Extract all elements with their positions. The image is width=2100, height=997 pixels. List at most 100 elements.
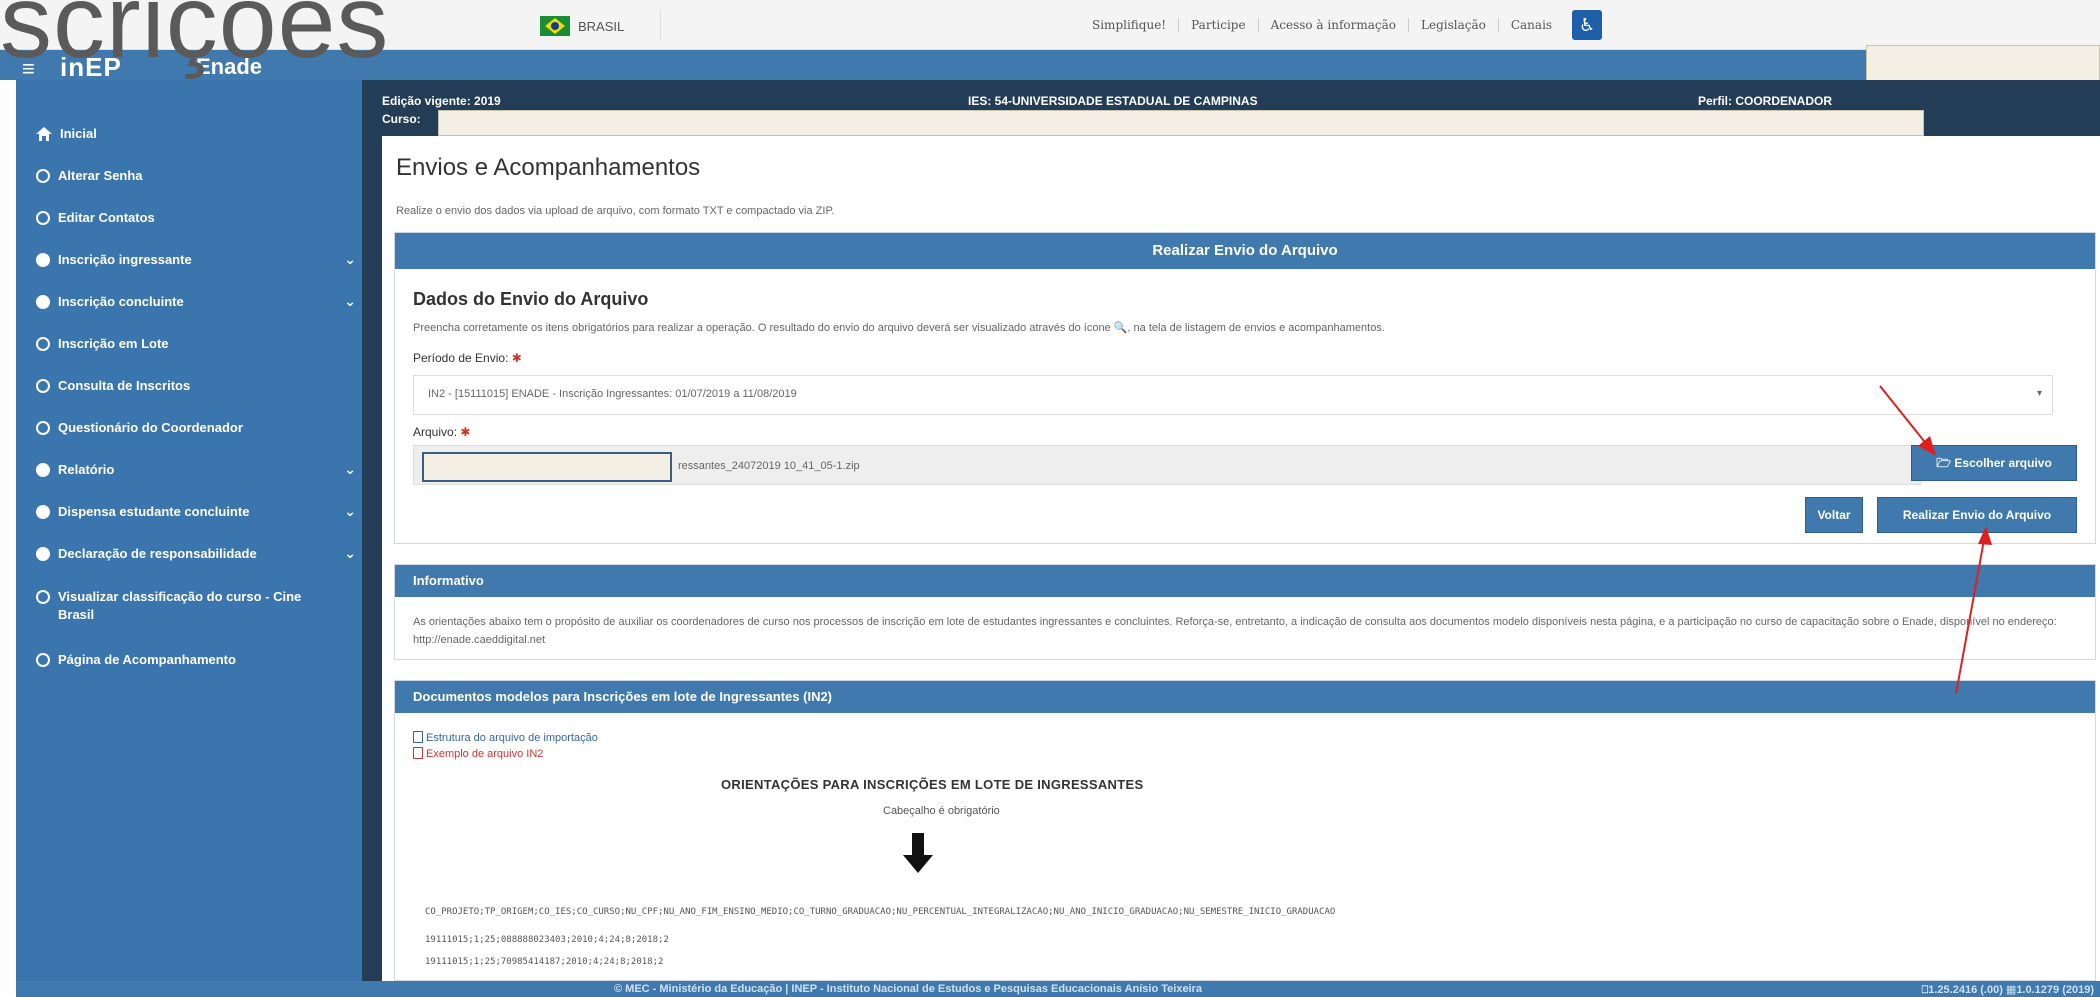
accessibility-icon[interactable]: ♿	[1572, 10, 1603, 40]
circle-icon	[36, 462, 50, 477]
sidebar-item-dispensa[interactable]: Dispensa estudante concluinte ⌄	[36, 503, 356, 519]
circle-icon	[36, 336, 50, 351]
arquivo-label-text: Arquivo:	[413, 425, 458, 439]
gov-brasil-link[interactable]: BRASIL	[540, 16, 624, 36]
sidebar: Inicial Alterar Senha Editar Contatos In…	[16, 80, 362, 997]
left-margin	[0, 80, 16, 997]
back-button[interactable]: Voltar	[1805, 497, 1863, 533]
sidebar-item-label: Alterar Senha	[58, 168, 143, 183]
gov-link-canais[interactable]: Canais	[1499, 18, 1564, 32]
sidebar-item-label: Inscrição em Lote	[58, 336, 169, 351]
edicao-label: Edição vigente: 2019	[382, 94, 501, 108]
code-line: 19111015;1;25;088888023403;2010;4;24;8;2…	[425, 935, 669, 945]
page-subtitle: Realize o envio dos dados via upload de …	[396, 205, 835, 217]
gov-link-acesso[interactable]: Acesso à informação	[1259, 18, 1409, 32]
document-icon	[413, 731, 423, 743]
estrutura-link[interactable]: Estrutura do arquivo de importação	[413, 731, 598, 744]
choose-file-button[interactable]: 🗁 Escolher arquivo	[1911, 445, 2077, 481]
sidebar-item-label: Inscrição ingressante	[58, 252, 192, 267]
page-title: Envios e Acompanhamentos	[396, 154, 701, 181]
periodo-select[interactable]: IN2 - [15111015] ENADE - Inscrição Ingre…	[413, 375, 2053, 415]
arquivo-label: Arquivo: ✱	[413, 425, 470, 439]
circle-icon	[36, 294, 50, 309]
top-search-box[interactable]	[1866, 45, 2100, 81]
docs-panel-header: Documentos modelos para Inscrições em lo…	[395, 681, 2095, 713]
sidebar-item-label: Dispensa estudante concluinte	[58, 504, 250, 519]
document-icon	[413, 747, 423, 759]
chevron-down-icon: ▾	[2036, 388, 2042, 399]
circle-icon	[36, 378, 50, 393]
orient-title: ORIENTAÇÕES PARA INSCRIÇÕES EM LOTE DE I…	[721, 777, 1144, 792]
curso-label: Curso:	[382, 112, 421, 126]
sidebar-item-consulta-inscritos[interactable]: Consulta de Inscritos	[36, 378, 356, 393]
chevron-down-icon: ⌄	[344, 545, 356, 561]
sidebar-item-label: Página de Acompanhamento	[58, 652, 236, 667]
sidebar-item-inicial[interactable]: Inicial	[36, 126, 356, 141]
code-line: 19111015;1;25;70985414187;2010;4;24;8;20…	[425, 957, 664, 967]
circle-icon	[36, 504, 50, 519]
version-info: ⎕1.25.2416 (.00) ▦1.0.1279 (2019)	[1921, 984, 2094, 996]
exemplo-link[interactable]: Exemplo de arquivo IN2	[413, 747, 543, 760]
gov-links: Simplifique! Participe Acesso à informaç…	[1080, 10, 1603, 40]
sidebar-item-questionario[interactable]: Questionário do Coordenador	[36, 420, 356, 435]
circle-icon	[36, 546, 50, 561]
chevron-down-icon: ⌄	[344, 293, 356, 309]
sidebar-item-classificacao[interactable]: Visualizar classificação do curso - Cine…	[36, 588, 336, 624]
down-arrow-icon	[903, 833, 933, 873]
periodo-value: IN2 - [15111015] ENADE - Inscrição Ingre…	[428, 388, 797, 400]
circle-icon	[36, 652, 50, 667]
sidebar-item-acompanhamento[interactable]: Página de Acompanhamento	[36, 652, 356, 667]
submit-file-button[interactable]: Realizar Envio do Arquivo	[1877, 497, 2077, 533]
footer-text: © MEC - Ministério da Educação | INEP - …	[614, 983, 1203, 995]
gov-link-legislacao[interactable]: Legislação	[1409, 18, 1499, 32]
sidebar-item-label: Questionário do Coordenador	[58, 420, 243, 435]
required-mark: ✱	[460, 425, 471, 439]
circle-icon	[36, 210, 50, 225]
gov-link-participe[interactable]: Participe	[1179, 18, 1259, 32]
info-panel: Informativo As orientações abaixo tem o …	[394, 564, 2096, 660]
chevron-down-icon: ⌄	[344, 503, 356, 519]
info-panel-header: Informativo	[395, 565, 2095, 597]
arquivo-input[interactable]: ressantes_24072019 10_41_05-1.zip	[413, 445, 1921, 485]
context-bar: Edição vigente: 2019 Curso: IES: 54-UNIV…	[382, 80, 2100, 136]
exemplo-link-label: Exemplo de arquivo IN2	[426, 748, 544, 760]
envio-description: Preencha corretamente os itens obrigatór…	[413, 322, 1385, 334]
estrutura-link-label: Estrutura do arquivo de importação	[426, 732, 598, 744]
sidebar-item-inscricao-concluinte[interactable]: Inscrição concluinte ⌄	[36, 293, 356, 309]
envio-panel: Realizar Envio do Arquivo Dados do Envio…	[394, 232, 2096, 544]
sidebar-item-label: Consulta de Inscritos	[58, 378, 191, 393]
arquivo-filename: ressantes_24072019 10_41_05-1.zip	[678, 460, 860, 472]
brazil-flag-icon	[540, 16, 570, 36]
redacted-box	[422, 452, 672, 482]
info-text: As orientações abaixo tem o propósito de…	[413, 616, 2057, 646]
code-header-line: CO_PROJETO;TP_ORIGEM;CO_IES;CO_CURSO;NU_…	[425, 907, 1336, 917]
sidebar-edge	[362, 80, 382, 997]
gov-brasil-label: BRASIL	[578, 18, 625, 34]
sidebar-item-label: Relatório	[58, 462, 115, 477]
circle-icon	[36, 590, 50, 604]
sidebar-item-label: Declaração de responsabilidade	[58, 546, 257, 561]
circle-icon	[36, 420, 50, 435]
overlay-title-fragment: scrições	[0, 0, 390, 80]
orient-subtitle: Cabeçalho é obrigatório	[883, 805, 1000, 817]
envio-panel-header: Realizar Envio do Arquivo	[395, 233, 2095, 269]
periodo-label: Período de Envio: ✱	[413, 351, 522, 365]
periodo-label-text: Período de Envio:	[413, 351, 509, 365]
footer: © MEC - Ministério da Educação | INEP - …	[16, 981, 2100, 997]
sidebar-item-relatorio[interactable]: Relatório ⌄	[36, 461, 356, 477]
ies-label: IES: 54-UNIVERSIDADE ESTADUAL DE CAMPINA…	[968, 94, 1258, 108]
circle-icon	[36, 252, 50, 267]
sidebar-item-label: Visualizar classificação do curso - Cine…	[58, 589, 302, 622]
sidebar-item-label: Editar Contatos	[58, 210, 155, 225]
sidebar-item-declaracao[interactable]: Declaração de responsabilidade ⌄	[36, 545, 356, 561]
sidebar-item-editar-contatos[interactable]: Editar Contatos	[36, 210, 356, 225]
perfil-label: Perfil: COORDENADOR	[1698, 94, 1833, 108]
chevron-down-icon: ⌄	[344, 461, 356, 477]
sidebar-item-inscricao-ingressante[interactable]: Inscrição ingressante ⌄	[36, 251, 356, 267]
sidebar-item-inscricao-lote[interactable]: Inscrição em Lote	[36, 336, 356, 351]
sidebar-item-alterar-senha[interactable]: Alterar Senha	[36, 168, 356, 183]
gov-divider	[660, 10, 661, 40]
curso-field[interactable]	[438, 110, 1924, 136]
docs-panel: Documentos modelos para Inscrições em lo…	[394, 680, 2096, 981]
gov-link-simplifique[interactable]: Simplifique!	[1080, 18, 1180, 32]
